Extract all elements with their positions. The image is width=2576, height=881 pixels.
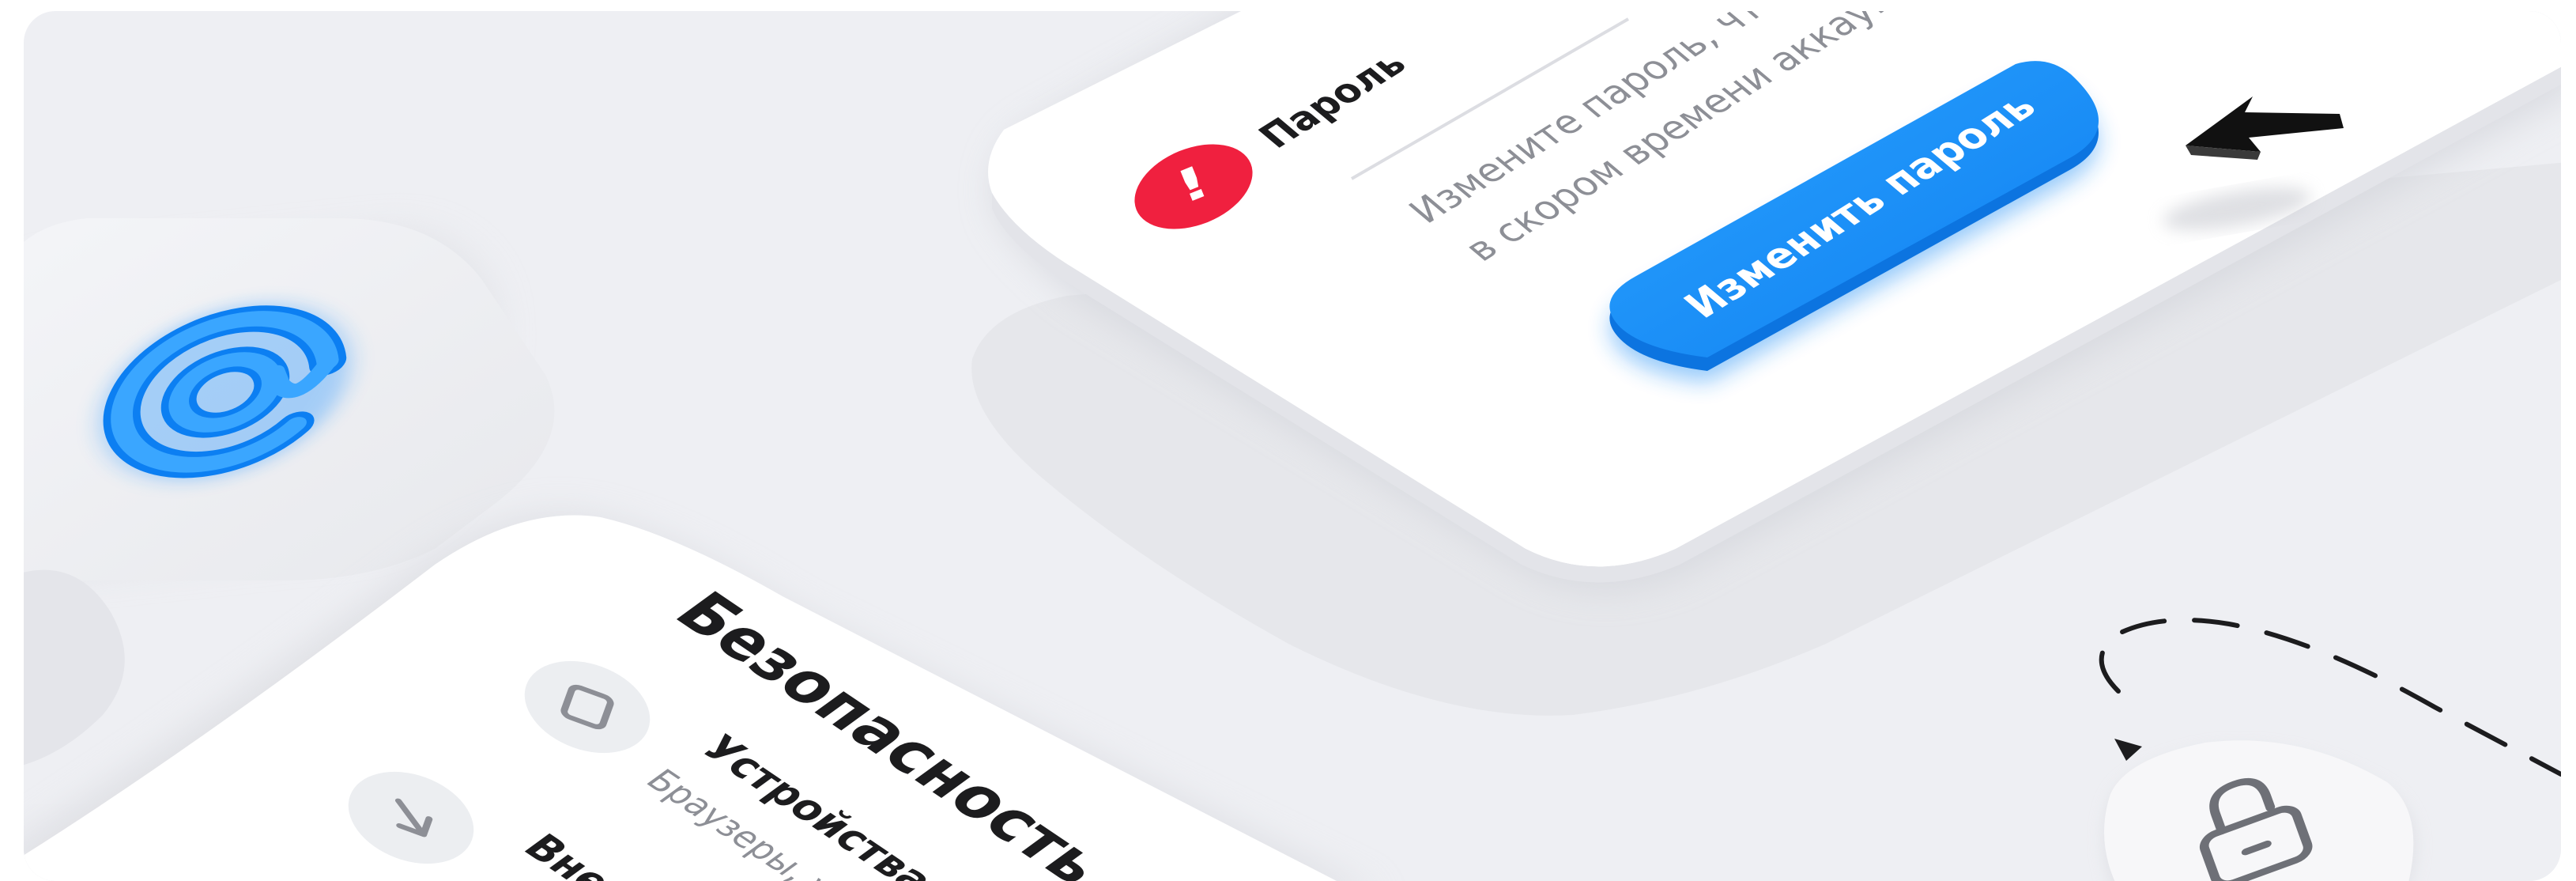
- illustration-frame: ! Пароль Измените пароль, чтобы в скором…: [24, 11, 2561, 881]
- illustration-scene: ! Пароль Измените пароль, чтобы в скором…: [24, 11, 2561, 881]
- lock-tile: [2104, 740, 2416, 881]
- dashed-path: [2099, 618, 2561, 777]
